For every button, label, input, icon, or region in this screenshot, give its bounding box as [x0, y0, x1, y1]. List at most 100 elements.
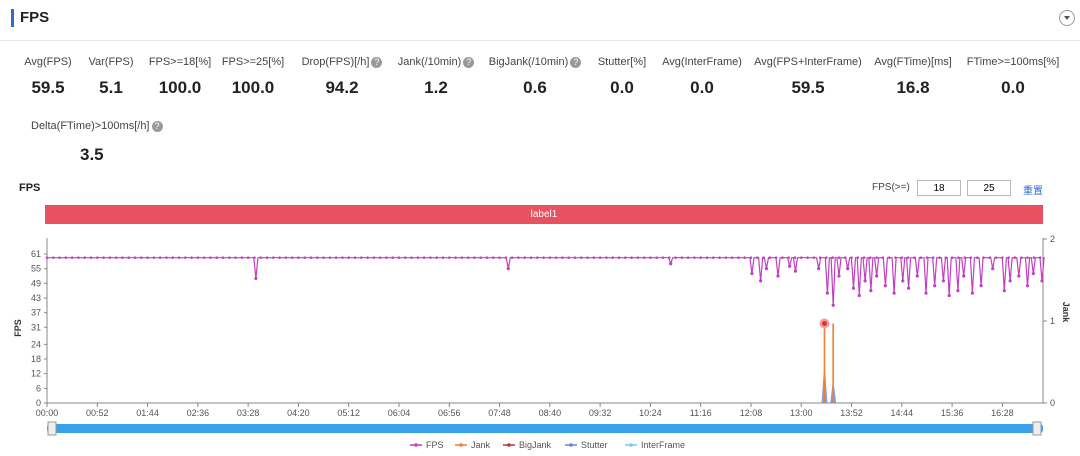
fps-point — [127, 256, 131, 259]
fps-point — [378, 256, 382, 259]
fps-series-line — [47, 257, 1045, 306]
fps-point — [617, 256, 621, 259]
fps-point — [806, 256, 809, 259]
legend-item-label[interactable]: InterFrame — [641, 440, 685, 450]
fps-point — [485, 256, 489, 259]
legend-item-label[interactable]: Stutter — [581, 440, 608, 450]
fps-point — [944, 256, 948, 259]
fps-point — [259, 256, 263, 259]
x-tick-label: 13:52 — [840, 408, 863, 418]
legend-item-label[interactable]: Jank — [471, 440, 491, 450]
fps-point — [1032, 256, 1036, 259]
fps-point — [686, 256, 690, 259]
fps-point — [548, 256, 552, 259]
fps-point — [422, 256, 426, 259]
fps-point — [1001, 256, 1004, 259]
fps-point — [108, 256, 112, 259]
fps-point — [353, 256, 357, 259]
fps-dip-point — [883, 284, 887, 288]
zoom-slider-right-handle[interactable] — [1032, 421, 1042, 436]
fps-point — [70, 256, 74, 259]
fps-dip-point — [863, 279, 867, 283]
fps-point — [51, 256, 55, 259]
fps-dip-point — [817, 267, 821, 271]
fps-point — [862, 256, 866, 259]
fps-point — [900, 256, 904, 259]
fps-point — [894, 256, 897, 259]
fps-point — [881, 256, 885, 259]
fps-point — [919, 256, 922, 259]
x-tick-label: 04:20 — [287, 408, 310, 418]
x-tick-label: 15:36 — [941, 408, 964, 418]
fps-point — [988, 256, 992, 259]
zoom-slider-left-handle[interactable] — [47, 421, 57, 436]
fps-point — [290, 256, 294, 259]
fps-point — [523, 256, 526, 259]
fps-point — [410, 256, 413, 259]
fps-point — [397, 256, 401, 259]
fps-point — [221, 256, 225, 259]
fps-point — [347, 256, 351, 259]
fps-point — [913, 256, 916, 259]
fps-point — [542, 256, 545, 259]
fps-point — [491, 256, 495, 259]
fps-point — [322, 256, 325, 259]
fps-dip-point — [837, 274, 841, 278]
fps-point — [403, 256, 407, 259]
fps-dip-point — [759, 279, 763, 283]
fps-point — [334, 256, 338, 259]
fps-point — [152, 256, 156, 259]
fps-point — [982, 256, 985, 259]
fps-dip-point — [669, 262, 673, 266]
x-tick-label: 03:28 — [237, 408, 260, 418]
x-tick-label: 06:56 — [438, 408, 461, 418]
fps-dip-point — [825, 291, 829, 295]
fps-dip-point — [1031, 271, 1035, 276]
fps-point — [391, 256, 394, 259]
fps-dip-point — [933, 284, 937, 288]
fps-point — [994, 256, 998, 259]
fps-dip-point — [941, 279, 946, 283]
fps-point — [83, 256, 87, 259]
fps-point — [253, 256, 256, 259]
fps-point — [711, 256, 715, 259]
fps-point — [133, 256, 137, 259]
legend-item-label[interactable]: BigJank — [519, 440, 552, 450]
fps-point — [535, 256, 539, 259]
fps-point — [598, 256, 602, 259]
jank-marker — [821, 320, 827, 326]
fps-point — [45, 256, 49, 259]
fps-point — [171, 256, 175, 259]
fps-point — [177, 256, 181, 259]
fps-point — [837, 256, 841, 259]
fps-point — [158, 256, 162, 259]
fps-point — [504, 256, 508, 259]
fps-point — [730, 256, 734, 259]
y2-tick-label: 0 — [1050, 398, 1055, 408]
legend-item-label[interactable]: FPS — [426, 440, 444, 450]
y2-axis-title: Jank — [1061, 302, 1071, 324]
fps-point — [567, 256, 570, 259]
fps-point — [667, 256, 671, 259]
x-tick-label: 16:28 — [991, 408, 1014, 418]
fps-point — [655, 256, 658, 259]
fps-dip-point — [875, 274, 879, 278]
fps-point — [366, 256, 369, 259]
fps-point — [825, 256, 828, 259]
fps-point — [278, 256, 281, 259]
y-tick-label: 49 — [31, 278, 41, 288]
fps-point — [755, 256, 759, 259]
fps-point — [693, 256, 696, 259]
y-tick-label: 61 — [31, 249, 41, 259]
fps-point — [58, 256, 61, 259]
fps-point — [762, 256, 765, 259]
fps-dip-point — [750, 271, 754, 276]
fps-point — [605, 256, 608, 259]
fps-point — [441, 256, 445, 259]
fps-point — [906, 256, 910, 259]
fps-dip-point — [962, 274, 966, 278]
fps-point — [975, 256, 979, 259]
fps-dip-point — [947, 293, 951, 298]
zoom-slider-track[interactable] — [47, 424, 1043, 433]
fps-dip-point — [1040, 279, 1044, 283]
